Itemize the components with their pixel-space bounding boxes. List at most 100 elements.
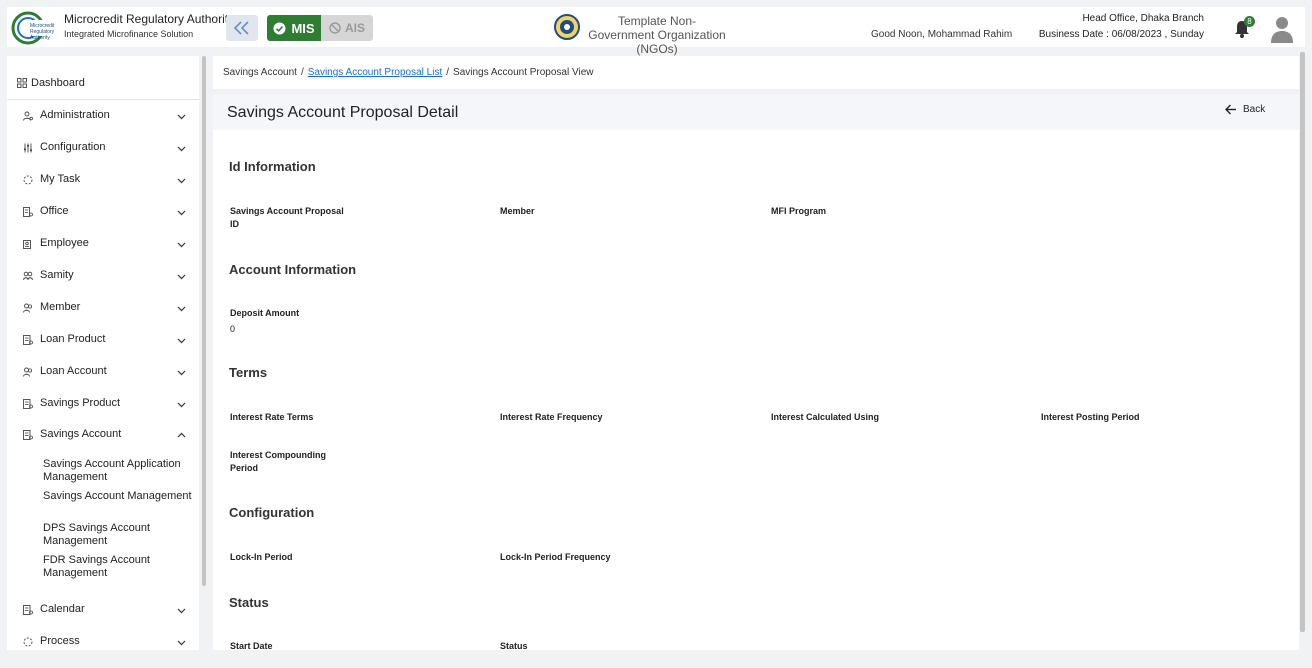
chevron-down-icon xyxy=(177,306,186,312)
label-deposit-amount: Deposit Amount xyxy=(230,308,300,318)
mra-logo: Microcredit Regulatory Authority xyxy=(11,11,60,45)
sidebar-item-samity[interactable]: Samity xyxy=(7,266,199,286)
arrow-left-icon xyxy=(1225,104,1236,115)
ais-module-button[interactable]: AIS xyxy=(321,15,373,41)
sidebar-item-label: Savings Account xyxy=(40,428,122,440)
sidebar-item-label: Dashboard xyxy=(31,77,85,89)
check-circle-icon xyxy=(273,22,286,34)
label-member: Member xyxy=(500,206,535,216)
sidebar-item-member[interactable]: Member xyxy=(7,298,199,318)
value-deposit-amount: 0 xyxy=(230,324,236,334)
title-bar: Savings Account Proposal Detail Back xyxy=(213,94,1299,130)
brand-subtitle: Integrated Microfinance Solution xyxy=(64,29,194,39)
label-lock-in-period: Lock-In Period xyxy=(230,552,293,562)
sidebar-item-savings-product[interactable]: Savings Product xyxy=(7,394,199,414)
sidebar-item-label: My Task xyxy=(40,173,81,185)
chevron-down-icon xyxy=(177,338,186,344)
double-chevron-left-icon xyxy=(233,21,249,35)
users-icon xyxy=(23,303,33,313)
document-icon xyxy=(23,430,33,440)
brand-title: Microcredit Regulatory Authority xyxy=(64,12,235,26)
sidebar-collapse-button[interactable] xyxy=(226,15,258,41)
sidebar-item-label: Loan Account xyxy=(40,365,107,377)
greeting-text: Good Noon, Mohammad Rahim xyxy=(871,29,1013,40)
chevron-down-icon xyxy=(177,114,186,120)
spinner-icon xyxy=(23,637,33,647)
sidebar-subitem-savings-management[interactable]: Savings Account Management xyxy=(43,490,193,503)
org-seal-icon xyxy=(554,14,580,40)
sidebar-item-savings-account[interactable]: Savings Account xyxy=(7,425,199,445)
user-gear-icon xyxy=(23,111,33,121)
back-label: Back xyxy=(1243,104,1266,115)
breadcrumb-link-proposal-list[interactable]: Savings Account Proposal List xyxy=(308,67,443,78)
page-title: Savings Account Proposal Detail xyxy=(227,104,459,121)
label-lock-in-period-frequency: Lock-In Period Frequency xyxy=(500,552,611,562)
sidebar-item-my-task[interactable]: My Task xyxy=(7,170,199,190)
chevron-down-icon xyxy=(177,640,186,646)
sidebar-item-loan-product[interactable]: Loan Product xyxy=(7,330,199,350)
label-interest-rate-frequency: Interest Rate Frequency xyxy=(500,412,603,422)
org-name: Template Non-Government Organization (NG… xyxy=(588,14,726,56)
section-id-information: Id Information xyxy=(229,159,316,174)
chevron-down-icon xyxy=(177,608,186,614)
ais-label: AIS xyxy=(344,21,365,35)
breadcrumb-separator: / xyxy=(446,67,450,78)
label-mfi-program: MFI Program xyxy=(771,206,827,216)
label-interest-rate-terms: Interest Rate Terms xyxy=(230,412,314,422)
badge-icon xyxy=(23,240,31,249)
sidebar-item-dashboard[interactable]: Dashboard xyxy=(7,70,199,100)
label-interest-calculated-using: Interest Calculated Using xyxy=(771,412,880,422)
sidebar-subitem-dps-savings[interactable]: DPS Savings Account Management xyxy=(43,522,193,548)
sidebar-subitem-savings-application[interactable]: Savings Account Application Management xyxy=(43,458,193,484)
top-header: Microcredit Regulatory Authority Microcr… xyxy=(7,7,1305,56)
chevron-down-icon xyxy=(177,370,186,376)
chevron-down-icon xyxy=(177,146,186,152)
back-button[interactable]: Back xyxy=(1225,104,1265,115)
svg-text:Authority: Authority xyxy=(30,35,50,41)
sidebar-item-loan-account[interactable]: Loan Account xyxy=(7,362,199,382)
document-icon xyxy=(23,399,33,409)
section-account-information: Account Information xyxy=(229,262,357,277)
sidebar-item-configuration[interactable]: Configuration xyxy=(7,138,199,158)
sidebar-item-employee[interactable]: Employee xyxy=(7,234,199,254)
user-avatar-icon[interactable] xyxy=(1270,15,1294,43)
breadcrumb: Savings Account / Savings Account Propos… xyxy=(213,56,1299,89)
main-scrollbar[interactable] xyxy=(1300,52,1305,632)
sidebar-item-label: Loan Product xyxy=(40,333,106,345)
sidebar-item-label: Configuration xyxy=(40,141,106,153)
chevron-down-icon xyxy=(177,210,186,216)
sidebar-subitem-fdr-savings[interactable]: FDR Savings Account Management xyxy=(43,554,193,580)
spinner-icon xyxy=(23,175,33,185)
sidebar-item-label: Savings Product xyxy=(40,397,121,409)
sidebar-item-office[interactable]: Office xyxy=(7,202,199,222)
chevron-down-icon xyxy=(177,178,186,184)
sidebar-item-label: Member xyxy=(40,301,81,313)
document-icon xyxy=(23,335,33,345)
chevron-down-icon xyxy=(177,242,186,248)
breadcrumb-separator: / xyxy=(300,67,304,78)
label-status: Status xyxy=(500,641,528,650)
building-icon xyxy=(23,207,33,217)
branch-name: Head Office, Dhaka Branch xyxy=(1082,13,1204,24)
chevron-down-icon xyxy=(177,274,186,280)
chevron-up-icon xyxy=(177,432,186,438)
sidebar-item-label: Employee xyxy=(40,237,89,249)
sidebar-item-label: Calendar xyxy=(40,603,85,615)
label-interest-posting-period: Interest Posting Period xyxy=(1041,412,1140,422)
notification-badge: 8 xyxy=(1244,16,1255,27)
sidebar-item-label: Office xyxy=(40,205,69,217)
mis-module-button[interactable]: MIS xyxy=(267,15,321,41)
breadcrumb-root: Savings Account xyxy=(223,67,297,78)
sidebar-item-calendar[interactable]: Calendar xyxy=(7,600,199,620)
breadcrumb-current: Savings Account Proposal View xyxy=(453,67,594,78)
group-icon xyxy=(23,271,33,281)
section-configuration: Configuration xyxy=(229,505,315,520)
mis-label: MIS xyxy=(291,20,315,36)
sidebar-item-administration[interactable]: Administration xyxy=(7,106,199,126)
label-proposal-id: Savings Account Proposal ID xyxy=(230,206,344,229)
sidebar-scrollbar[interactable] xyxy=(202,56,206,586)
chevron-down-icon xyxy=(177,402,186,408)
users-icon xyxy=(23,367,33,377)
sidebar: Dashboard Administration Configuration M… xyxy=(7,56,199,650)
sidebar-item-process[interactable]: Process xyxy=(7,632,199,650)
